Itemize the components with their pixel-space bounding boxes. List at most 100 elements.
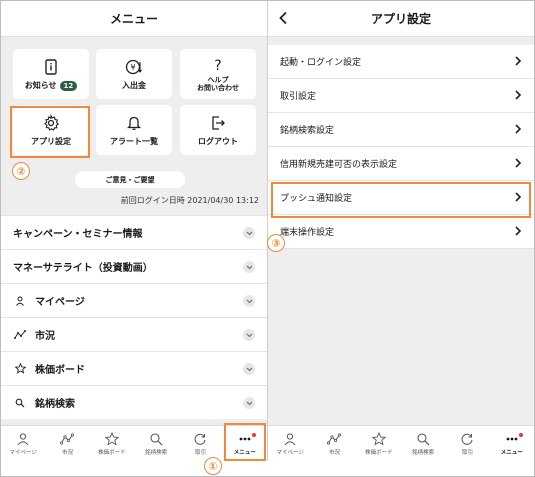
tab-mypage[interactable]: マイページ <box>268 426 312 461</box>
setting-label: 信用新規売建可否の表示設定 <box>280 160 398 170</box>
menu-item-stock-search[interactable]: 銘柄検索 <box>1 385 267 419</box>
tab-label: 株価ボード <box>98 449 126 456</box>
logout-tile[interactable]: ログアウト <box>180 105 256 155</box>
tab-market[interactable]: 市況 <box>312 426 356 461</box>
chevron-right-icon <box>515 124 522 134</box>
logout-icon <box>212 115 225 130</box>
setting-label: 起動・ログイン設定 <box>280 58 362 68</box>
chevron-down-icon <box>243 227 255 239</box>
tab-label: マイページ <box>276 449 304 456</box>
help-tile[interactable]: ? ヘルプ お問い合わせ <box>180 49 256 99</box>
setting-trading[interactable]: 取引設定 <box>268 79 534 113</box>
market-icon <box>327 432 342 445</box>
setting-label: 端末操作設定 <box>280 228 335 238</box>
deposit-withdraw-label: 入出金 <box>122 80 146 90</box>
notice-icon <box>45 58 57 75</box>
tab-label: 銘柄検索 <box>412 449 435 456</box>
market-icon <box>13 329 27 340</box>
menu-item-label: マネーサテライト（投資動画） <box>13 263 153 274</box>
tab-trade[interactable]: 取引 <box>445 426 489 461</box>
alert-list-label: アラート一覧 <box>110 136 158 146</box>
callout-1: ① <box>204 457 222 475</box>
notification-dot <box>518 433 523 437</box>
menu-item-label: 株価ボード <box>35 365 85 376</box>
bell-icon <box>126 116 142 130</box>
chevron-down-icon <box>243 397 255 409</box>
tab-mypage[interactable]: マイページ <box>1 426 45 461</box>
menu-item-label: 市況 <box>35 331 55 342</box>
menu-item-label: キャンペーン・セミナー情報 <box>13 229 143 240</box>
highlight-menu-tab <box>224 423 266 461</box>
chevron-down-icon <box>243 295 255 307</box>
back-button[interactable] <box>272 7 294 29</box>
settings-header: アプリ設定 <box>268 1 534 37</box>
alert-list-tile[interactable]: アラート一覧 <box>96 105 172 155</box>
chevron-left-icon <box>279 11 287 25</box>
menu-item-label: マイページ <box>35 297 85 308</box>
settings-list: 起動・ログイン設定 取引設定 銘柄検索設定 信用新規売建可否の表示設定 プッシュ… <box>268 45 534 249</box>
highlight-app-settings <box>10 106 90 158</box>
setting-device-operation[interactable]: 端末操作設定 <box>268 215 534 249</box>
notice-label: お知らせ <box>24 80 57 90</box>
more-icon <box>506 437 518 440</box>
svg-text:?: ? <box>214 58 221 74</box>
chevron-down-icon <box>243 261 255 273</box>
contact-label: お問い合わせ <box>197 84 239 92</box>
menu-list: キャンペーン・セミナー情報 マネーサテライト（投資動画） マイページ 市況 株価… <box>1 215 267 419</box>
trade-icon <box>195 433 206 445</box>
chevron-down-icon <box>243 363 255 375</box>
menu-item-stock-board[interactable]: 株価ボード <box>1 351 267 385</box>
tab-label: 取引 <box>194 449 206 456</box>
last-login-text: 前回ログイン日時 2021/04/30 13:12 <box>120 196 259 205</box>
chevron-right-icon <box>515 90 522 100</box>
callout-3: ③ <box>267 234 285 252</box>
tab-menu[interactable]: メニュー <box>490 426 534 461</box>
tab-label: 銘柄検索 <box>145 449 168 456</box>
trade-icon <box>462 433 473 445</box>
setting-stock-search[interactable]: 銘柄検索設定 <box>268 113 534 147</box>
menu-item-market[interactable]: 市況 <box>1 317 267 351</box>
deposit-withdraw-tile[interactable]: ¥ 入出金 <box>96 49 172 99</box>
tab-label: 取引 <box>461 449 473 456</box>
setting-label: 取引設定 <box>280 92 317 102</box>
star-icon <box>371 431 386 446</box>
tab-label: 市況 <box>61 449 73 456</box>
callout-2: ② <box>12 162 30 180</box>
notice-tile[interactable]: お知らせ 12 <box>13 49 89 99</box>
page-title: メニュー <box>109 12 158 26</box>
person-icon <box>284 432 296 445</box>
tab-stock-search[interactable]: 銘柄検索 <box>401 426 445 461</box>
page-title: アプリ設定 <box>370 12 431 26</box>
feedback-button[interactable]: ご意見・ご要望 <box>75 171 185 188</box>
star-icon <box>13 363 27 374</box>
setting-startup-login[interactable]: 起動・ログイン設定 <box>268 45 534 79</box>
deposit-withdraw-icon: ¥ <box>125 59 142 74</box>
help-label: ヘルプ <box>207 76 229 84</box>
menu-screen: メニュー お知らせ 12 ¥ 入出金 ? ヘルプ お問い合わせ アプリ設定 アラー… <box>1 1 267 461</box>
menu-item-campaign[interactable]: キャンペーン・セミナー情報 <box>1 215 267 249</box>
tab-label: 株価ボード <box>365 449 393 456</box>
tab-trade[interactable]: 取引 <box>178 426 222 461</box>
tab-label: メニュー <box>500 449 523 456</box>
market-icon <box>60 432 75 445</box>
tab-stock-board[interactable]: 株価ボード <box>90 426 134 461</box>
menu-item-money-satellite[interactable]: マネーサテライト（投資動画） <box>1 249 267 283</box>
notice-count-badge: 12 <box>59 80 78 91</box>
help-icon: ? <box>214 58 221 74</box>
tab-stock-search[interactable]: 銘柄検索 <box>134 426 178 461</box>
highlight-push-notification <box>271 182 531 218</box>
tab-label: マイページ <box>9 449 37 456</box>
svg-text:¥: ¥ <box>130 63 135 72</box>
setting-margin-short-display[interactable]: 信用新規売建可否の表示設定 <box>268 147 534 181</box>
chevron-right-icon <box>515 158 522 168</box>
menu-item-mypage[interactable]: マイページ <box>1 283 267 317</box>
search-icon <box>150 432 163 445</box>
logout-label: ログアウト <box>198 136 238 146</box>
chevron-right-icon <box>515 56 522 66</box>
tab-label: 市況 <box>328 449 340 456</box>
search-icon <box>417 432 430 445</box>
tab-market[interactable]: 市況 <box>45 426 89 461</box>
search-icon <box>13 398 27 408</box>
menu-header: メニュー <box>1 1 267 37</box>
tab-stock-board[interactable]: 株価ボード <box>357 426 401 461</box>
